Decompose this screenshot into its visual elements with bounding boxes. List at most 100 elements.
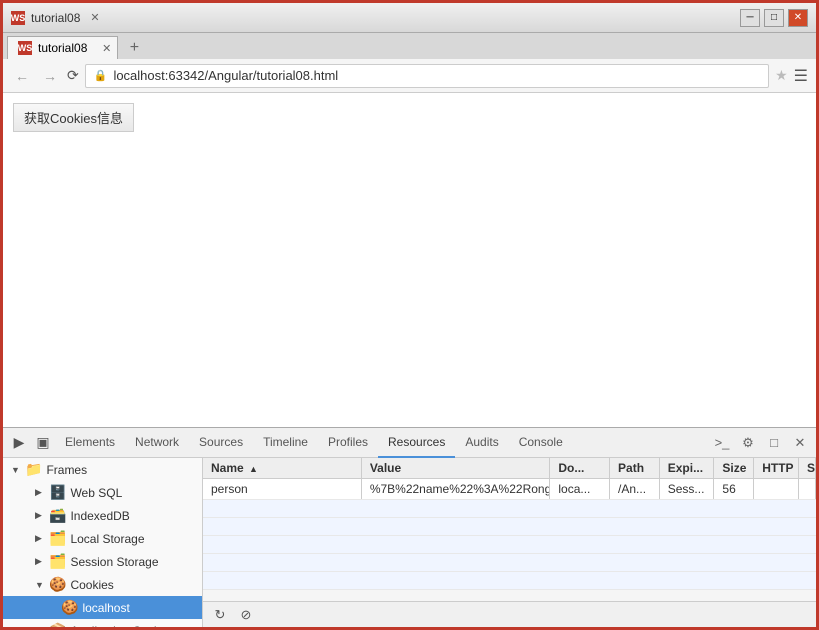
- indexeddb-arrow: [35, 510, 45, 521]
- col-size: Size: [714, 458, 754, 478]
- table-body: person %7B%22name%22%3A%22Rongb... loca.…: [203, 479, 816, 601]
- inspect-icon[interactable]: ▶: [7, 431, 31, 455]
- url-bar[interactable]: 🔒 localhost:63342/Angular/tutorial08.htm…: [85, 64, 769, 88]
- tab-favicon: WS: [18, 41, 32, 55]
- devtools-close-icon[interactable]: ✕: [788, 431, 812, 455]
- cell-value: %7B%22name%22%3A%22Rongb...: [362, 479, 551, 499]
- tab-label: tutorial08: [38, 41, 87, 55]
- appcache-icon: 📦: [49, 622, 66, 627]
- appcache-arrow: [35, 625, 45, 627]
- localstorage-arrow: [35, 533, 45, 544]
- clear-button[interactable]: ⊘: [235, 604, 257, 626]
- tab-close-button[interactable]: ✕: [102, 42, 111, 55]
- title-bar-left: WS tutorial08 ✕: [11, 11, 104, 25]
- tab-profiles[interactable]: Profiles: [318, 428, 378, 458]
- devtools-bottom-toolbar: ↻ ⊘: [203, 601, 816, 627]
- reload-button[interactable]: ⟳: [67, 67, 79, 84]
- col-value: Value: [362, 458, 551, 478]
- devtools-sidebar: 📁 Frames 🗄️ Web SQL 🗃️ IndexedDB: [3, 458, 203, 627]
- table-row-empty-2: [203, 518, 816, 536]
- devtools-tabs: Elements Network Sources Timeline Profil…: [55, 428, 710, 458]
- cookies-label: Cookies: [70, 578, 113, 592]
- websql-label: Web SQL: [70, 486, 122, 500]
- devtools-settings-icon[interactable]: ⚙: [736, 431, 760, 455]
- ws-icon: WS: [11, 11, 25, 25]
- sidebar-item-localstorage[interactable]: 🗂️ Local Storage: [3, 527, 202, 550]
- page-area: 获取Cookies信息: [3, 93, 816, 427]
- tab-timeline[interactable]: Timeline: [253, 428, 318, 458]
- devtools-main-panel: Name ▲ Value Do... Path Ex: [203, 458, 816, 627]
- table-row-empty-5: [203, 572, 816, 590]
- sessionstorage-arrow: [35, 556, 45, 567]
- cookies-arrow: [35, 580, 45, 590]
- sidebar-item-sessionstorage[interactable]: 🗂️ Session Storage: [3, 550, 202, 573]
- sort-icon: ▲: [249, 464, 258, 474]
- col-http: HTTP: [754, 458, 799, 478]
- forward-button[interactable]: →: [39, 66, 61, 86]
- cell-name: person: [203, 479, 362, 499]
- sessionstorage-label: Session Storage: [70, 555, 158, 569]
- cell-size: 56: [714, 479, 754, 499]
- window-controls: ─ □ ✕: [740, 9, 808, 27]
- maximize-button[interactable]: □: [764, 9, 784, 27]
- tab-audits[interactable]: Audits: [455, 428, 508, 458]
- sidebar-item-cookies[interactable]: 🍪 Cookies: [3, 573, 202, 596]
- col-expires: Expi...: [660, 458, 715, 478]
- minimize-button[interactable]: ─: [740, 9, 760, 27]
- devtools-console-icon[interactable]: >_: [710, 431, 734, 455]
- cell-secure: [799, 479, 816, 499]
- table-header: Name ▲ Value Do... Path Ex: [203, 458, 816, 479]
- localhost-label: localhost: [82, 601, 129, 615]
- tab-close-title[interactable]: ✕: [86, 11, 103, 24]
- new-tab-button[interactable]: +: [122, 37, 146, 59]
- title-bar: WS tutorial08 ✕ ─ □ ✕: [3, 3, 816, 33]
- indexeddb-icon: 🗃️: [49, 507, 66, 524]
- col-name: Name ▲: [203, 458, 362, 478]
- tab-strip: WS tutorial08 ✕ +: [3, 33, 816, 59]
- localstorage-icon: 🗂️: [49, 530, 66, 547]
- frames-label: Frames: [46, 463, 87, 477]
- devtools-body: 📁 Frames 🗄️ Web SQL 🗃️ IndexedDB: [3, 458, 816, 627]
- frames-arrow: [11, 465, 21, 475]
- websql-arrow: [35, 487, 45, 498]
- devtools-panel: ▶ ▣ Elements Network Sources Timeline: [3, 427, 816, 627]
- table-row-empty-3: [203, 536, 816, 554]
- back-button[interactable]: ←: [11, 66, 33, 86]
- bookmark-button[interactable]: ★: [775, 67, 788, 84]
- folder-icon: 📁: [25, 461, 42, 478]
- sidebar-item-appcache[interactable]: 📦 Application Cache: [3, 619, 202, 627]
- table-row[interactable]: person %7B%22name%22%3A%22Rongb... loca.…: [203, 479, 816, 500]
- get-cookies-button[interactable]: 获取Cookies信息: [13, 103, 134, 132]
- cell-domain: loca...: [550, 479, 610, 499]
- cell-http: [754, 479, 799, 499]
- localstorage-label: Local Storage: [70, 532, 144, 546]
- browser-window: WS tutorial08 ✕ ─ □ ✕ WS tutorial08 ✕ + …: [0, 0, 819, 630]
- address-bar: ← → ⟳ 🔒 localhost:63342/Angular/tutorial…: [3, 59, 816, 93]
- col-path: Path: [610, 458, 660, 478]
- devtools-toolbar: ▶ ▣ Elements Network Sources Timeline: [3, 428, 816, 458]
- indexeddb-label: IndexedDB: [70, 509, 129, 523]
- tab-sources[interactable]: Sources: [189, 428, 253, 458]
- col-domain: Do...: [550, 458, 610, 478]
- browser-tab[interactable]: WS tutorial08 ✕: [7, 36, 118, 59]
- cookies-icon: 🍪: [49, 576, 66, 593]
- sidebar-item-frames[interactable]: 📁 Frames: [3, 458, 202, 481]
- tab-console[interactable]: Console: [509, 428, 573, 458]
- tab-elements[interactable]: Elements: [55, 428, 125, 458]
- localhost-icon: 🍪: [61, 599, 78, 616]
- refresh-button[interactable]: ↻: [209, 604, 231, 626]
- sidebar-item-indexeddb[interactable]: 🗃️ IndexedDB: [3, 504, 202, 527]
- col-secure: Sec...: [799, 458, 816, 478]
- device-icon[interactable]: ▣: [31, 431, 55, 455]
- menu-button[interactable]: ☰: [794, 66, 808, 86]
- devtools-dock-icon[interactable]: □: [762, 431, 786, 455]
- title-text: tutorial08: [31, 11, 80, 25]
- close-button[interactable]: ✕: [788, 9, 808, 27]
- appcache-label: Application Cache: [70, 624, 167, 628]
- sidebar-item-websql[interactable]: 🗄️ Web SQL: [3, 481, 202, 504]
- tab-resources[interactable]: Resources: [378, 428, 455, 458]
- devtools-actions: >_ ⚙ □ ✕: [710, 431, 812, 455]
- sidebar-item-localhost[interactable]: 🍪 localhost: [3, 596, 202, 619]
- table-row-empty-4: [203, 554, 816, 572]
- tab-network[interactable]: Network: [125, 428, 189, 458]
